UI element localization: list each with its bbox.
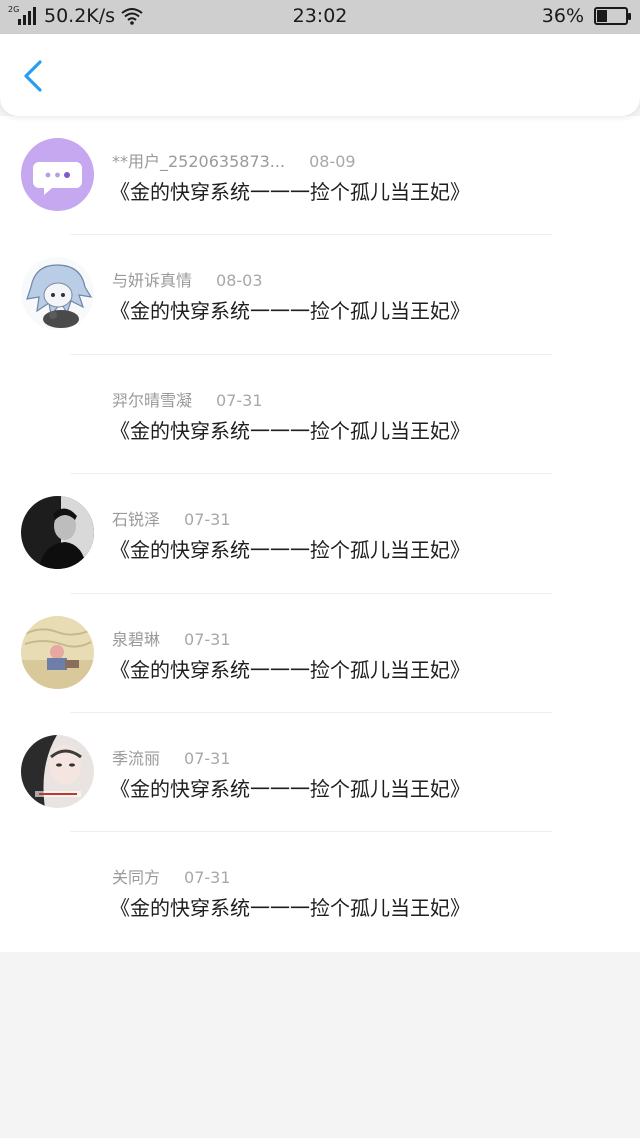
comment-meta: **用户_2520635873... 08-09: [112, 148, 356, 172]
avatar[interactable]: [21, 138, 94, 211]
comment-meta: 羿尔晴雪凝 07-31: [112, 387, 263, 411]
list-item[interactable]: 石锐泽 07-31 《金的快穿系统一一一捡个孤儿当王妃》: [0, 474, 640, 594]
list-item[interactable]: 与妍诉真情 08-03 《金的快穿系统一一一捡个孤儿当王妃》: [0, 235, 640, 355]
comment-meta: 与妍诉真情 08-03: [112, 267, 263, 291]
status-right: 36%: [541, 5, 631, 27]
comment-meta: 季流丽 07-31: [112, 745, 231, 769]
battery-icon: [594, 7, 631, 25]
username[interactable]: 羿尔晴雪凝: [112, 391, 192, 410]
comment-text: 《金的快穿系统一一一捡个孤儿当王妃》: [110, 657, 470, 682]
username[interactable]: 关同方: [112, 868, 160, 887]
comment-meta: 石锐泽 07-31: [112, 506, 231, 530]
avatar[interactable]: [21, 615, 94, 689]
comment-text: 《金的快穿系统一一一捡个孤儿当王妃》: [110, 896, 470, 921]
username[interactable]: **用户_2520635873...: [112, 152, 285, 171]
list-item[interactable]: **用户_2520635873... 08-09 《金的快穿系统一一一捡个孤儿当王…: [0, 116, 640, 236]
comment-date: 08-09: [309, 152, 356, 171]
comment-text: 《金的快穿系统一一一捡个孤儿当王妃》: [110, 776, 470, 801]
list-item[interactable]: 羿尔晴雪凝 07-31 《金的快穿系统一一一捡个孤儿当王妃》: [0, 355, 640, 475]
status-bar: 2G 50.2K/s 23:02 36%: [0, 0, 640, 34]
username[interactable]: 泉碧琳: [112, 630, 160, 649]
list-item[interactable]: 季流丽 07-31 《金的快穿系统一一一捡个孤儿当王妃》: [0, 713, 640, 833]
battery-percent: 36%: [541, 5, 584, 27]
comment-date: 08-03: [216, 271, 263, 291]
comment-date: 07-31: [184, 629, 231, 649]
comment-date: 07-31: [184, 868, 231, 888]
chevron-left-icon: [24, 60, 42, 92]
back-button[interactable]: [18, 58, 50, 94]
avatar[interactable]: [21, 257, 94, 331]
username[interactable]: 石锐泽: [112, 510, 160, 529]
comment-text: 《金的快穿系统一一一捡个孤儿当王妃》: [110, 180, 470, 204]
comment-date: 07-31: [184, 510, 231, 530]
comment-meta: 泉碧琳 07-31: [112, 626, 231, 650]
username[interactable]: 与妍诉真情: [112, 271, 192, 290]
comment-date: 07-31: [216, 390, 263, 410]
comment-text: 《金的快穿系统一一一捡个孤儿当王妃》: [110, 538, 470, 563]
list-item[interactable]: 关同方 07-31 《金的快穿系统一一一捡个孤儿当王妃》: [0, 832, 640, 951]
comment-date: 07-31: [184, 748, 231, 768]
avatar[interactable]: [21, 496, 94, 570]
list-item[interactable]: 泉碧琳 07-31 《金的快穿系统一一一捡个孤儿当王妃》: [0, 594, 640, 713]
avatar[interactable]: [21, 734, 94, 808]
username[interactable]: 季流丽: [112, 749, 160, 768]
comment-text: 《金的快穿系统一一一捡个孤儿当王妃》: [110, 299, 470, 324]
comment-text: 《金的快穿系统一一一捡个孤儿当王妃》: [110, 418, 470, 443]
comment-meta: 关同方 07-31: [112, 864, 231, 888]
header: [0, 34, 640, 116]
comment-list: **用户_2520635873... 08-09 《金的快穿系统一一一捡个孤儿当王…: [0, 116, 640, 952]
